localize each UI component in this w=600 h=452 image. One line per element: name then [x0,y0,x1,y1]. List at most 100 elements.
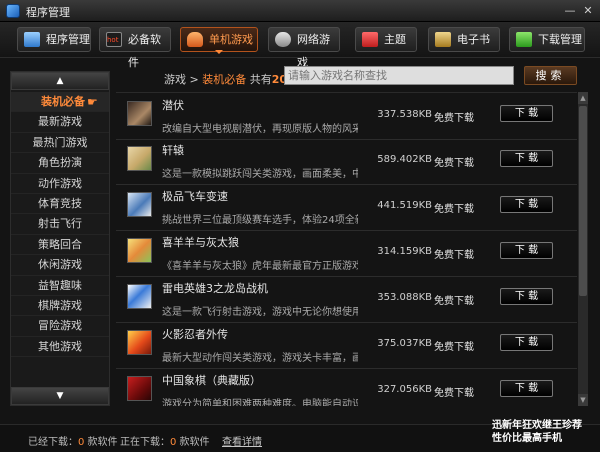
sidebar-item-board[interactable]: 棋牌游戏 [11,296,109,317]
game-row: 雷电英雄3之龙岛战机 这是一款飞行射击游戏，游戏中无论你想使用火 353.088… [116,276,577,323]
view-details-link[interactable]: 查看详情 [222,433,262,448]
sidebar-item-puzzle[interactable]: 益智趣味 [11,276,109,296]
tab-download-manager[interactable]: 下载管理 [509,27,585,52]
program-manager-icon [24,32,40,47]
tab-program-manager[interactable]: 程序管理 [17,27,91,52]
game-name[interactable]: 中国象棋（典藏版） [162,372,261,388]
tab-ebooks[interactable]: 电子书 [428,27,500,52]
download-button[interactable]: 下 载 [500,196,553,213]
sidebar-item-other[interactable]: 其他游戏 [11,337,109,358]
search-button[interactable]: 搜索 [524,66,577,85]
downloading-status: 正在下载：0 款软件 [120,433,210,448]
sidebar-item-hottest[interactable]: 最热门游戏 [11,133,109,154]
downloaded-label: 已经下载： [28,437,78,448]
game-size: 337.538KB [377,109,432,120]
scroll-down-arrow-icon[interactable]: ▼ [578,394,588,406]
active-tab-caret-icon [215,50,223,54]
hot-icon [106,29,122,52]
free-download-label: 免费下载 [434,204,474,215]
free-download-label: 免费下载 [434,342,474,353]
download-button[interactable]: 下 载 [500,150,553,167]
game-name[interactable]: 轩辕 [162,142,184,158]
free-download-label: 免费下载 [434,296,474,307]
game-description: 游戏分为简单和困难两种难度。电脑能自动识别 [162,399,358,406]
category-list: 装机必备 ☛ 最新游戏 最热门游戏 角色扮演 动作游戏 体育竞技 射击飞行 策略… [11,92,109,358]
game-search-input[interactable] [284,66,514,85]
game-name[interactable]: 雷电英雄3之龙岛战机 [162,280,268,296]
game-thumbnail [127,330,152,355]
downloading-unit: 款软件 [176,437,210,448]
game-thumbnail [127,376,152,401]
sidebar-item-sports[interactable]: 体育竞技 [11,194,109,215]
book-icon [435,32,451,47]
breadcrumb-separator: > [186,73,203,86]
sidebar-item-action[interactable]: 动作游戏 [11,174,109,194]
free-download-label: 免费下载 [434,113,474,124]
game-description: 这是一款飞行射击游戏，游戏中无论你想使用火 [162,307,358,318]
game-size: 375.037KB [377,338,432,349]
tab-online-games[interactable]: 网络游戏 [268,27,340,69]
tab-themes[interactable]: 主题 [355,27,417,52]
breadcrumb-count-prefix: 共有 [246,73,272,86]
gamepad-icon [187,32,203,47]
tab-label: 下载管理 [538,33,582,46]
pointing-hand-icon: ☛ [87,95,98,109]
downloaded-unit: 款软件 [84,437,118,448]
game-list: 潜伏 改编自大型电视剧潜伏，再现原版人物的风采， 337.538KB 免费下载 … [116,92,577,406]
breadcrumb-root-link[interactable]: 游戏 [164,73,186,86]
sidebar-item-rpg[interactable]: 角色扮演 [11,153,109,174]
tab-label: 必备软件 [128,33,161,69]
tab-label: 网络游戏 [297,33,330,69]
game-thumbnail [127,284,152,309]
game-row: 极品飞车变速 挑战世界三位最顶级赛车选手，体验24项全新赛 441.519KB … [116,184,577,231]
list-scrollbar[interactable]: ▲ ▼ [578,92,588,406]
sidebar-scroll-down-button[interactable]: ▼ [11,387,109,405]
sidebar-item-shooting[interactable]: 射击飞行 [11,214,109,235]
download-button[interactable]: 下 载 [500,242,553,259]
game-name[interactable]: 火影忍者外传 [162,326,228,342]
game-size: 353.088KB [377,292,432,303]
scrollbar-thumb[interactable] [579,106,587,296]
game-size: 327.056KB [377,384,432,395]
sidebar-item-strategy[interactable]: 策略回合 [11,235,109,256]
download-button[interactable]: 下 载 [500,288,553,305]
sidebar-item-adventure[interactable]: 冒险游戏 [11,316,109,337]
free-download-label: 免费下载 [434,158,474,169]
game-name[interactable]: 潜伏 [162,97,184,113]
game-row: 火影忍者外传 最新大型动作闯关类游戏，游戏关卡丰富，画面 375.037KB 免… [116,322,577,369]
game-thumbnail [127,101,152,126]
breadcrumb-current: 装机必备 [202,73,247,86]
tab-label: 单机游戏 [209,33,253,46]
download-button[interactable]: 下 载 [500,105,553,122]
sidebar-item-casual[interactable]: 休闲游戏 [11,255,109,276]
game-description: 《喜羊羊与灰太狼》虎年最新最官方正版游戏! [162,261,358,272]
globe-icon [275,32,291,47]
downloaded-status: 已经下载：0 款软件 [28,433,118,448]
minimize-button[interactable]: — [562,3,578,18]
game-thumbnail [127,192,152,217]
game-name[interactable]: 喜羊羊与灰太狼 [162,234,239,250]
game-name[interactable]: 极品飞车变速 [162,188,228,204]
game-row: 轩辕 这是一款模拟跳跃闯关类游戏，画面柔美，中国 589.402KB 免费下载 … [116,138,577,185]
close-button[interactable]: ✕ [580,3,596,18]
game-thumbnail [127,238,152,263]
shirt-icon [362,32,378,47]
sidebar-item-essentials[interactable]: 装机必备 ☛ [11,92,109,113]
tab-single-player-games[interactable]: 单机游戏 [180,27,258,54]
window-title: 程序管理 [26,6,70,19]
game-description: 最新大型动作闯关类游戏，游戏关卡丰富，画面 [162,353,358,364]
toolbar: 程序管理 必备软件 单机游戏 网络游戏 主题 电子书 下载管理 [0,22,600,69]
download-button[interactable]: 下 载 [500,334,553,351]
tab-label: 主题 [384,33,406,46]
download-button[interactable]: 下 载 [500,380,553,397]
game-row: 中国象棋（典藏版） 游戏分为简单和困难两种难度。电脑能自动识别 327.056K… [116,368,577,406]
scroll-up-arrow-icon[interactable]: ▲ [578,92,588,104]
tab-essential-software[interactable]: 必备软件 [99,27,171,69]
game-size: 441.519KB [377,200,432,211]
sidebar-item-newest[interactable]: 最新游戏 [11,112,109,133]
promo-line-2: 性价比最高手机 [492,433,562,444]
downloading-label: 正在下载： [120,437,170,448]
game-description: 挑战世界三位最顶级赛车选手，体验24项全新赛 [162,215,358,226]
title-bar: 程序管理 — ✕ [0,0,600,22]
sidebar-scroll-up-button[interactable]: ▲ [11,72,109,90]
